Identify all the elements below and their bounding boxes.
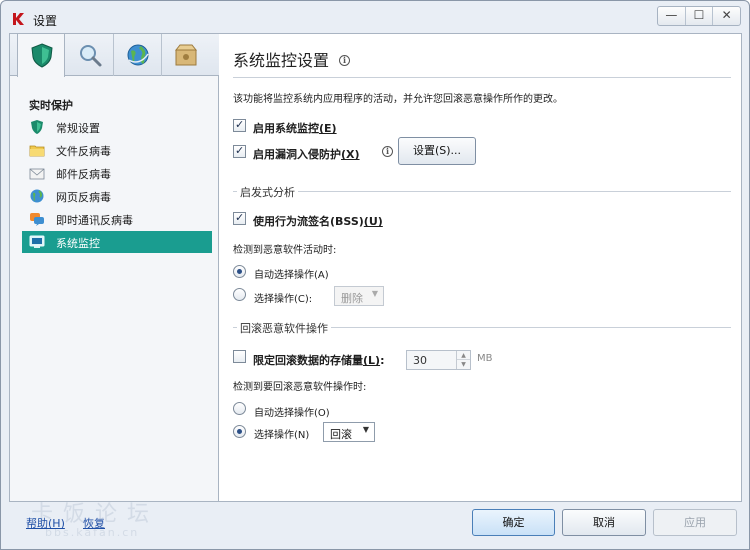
restore-link[interactable]: 恢复	[83, 515, 105, 531]
radio-dot	[237, 269, 242, 274]
stepper-up-icon[interactable]: ▲	[457, 351, 470, 360]
tab-options[interactable]	[162, 34, 210, 76]
heuristic-select-radio[interactable]	[233, 288, 246, 301]
sidebar-item-system-watcher[interactable]: 系统监控	[22, 231, 212, 253]
chevron-down-icon: ▼	[362, 425, 369, 434]
rollback-action-dropdown[interactable]: 回滚 ▼	[323, 422, 375, 442]
heuristic-action-dropdown[interactable]: 删除 ▼	[334, 286, 384, 306]
sidebar-item-im-antivirus[interactable]: 即时通讯反病毒	[22, 208, 212, 230]
chevron-down-icon: ▼	[371, 289, 378, 298]
chat-icon	[30, 213, 44, 226]
close-icon: ✕	[721, 8, 732, 22]
heuristic-auto-radio[interactable]	[233, 265, 246, 278]
rollback-select-label[interactable]: 选择操作(N)	[254, 426, 309, 441]
mail-icon	[29, 168, 45, 180]
rollback-select-radio[interactable]	[233, 425, 246, 438]
enable-monitor-checkbox[interactable]: ✓	[233, 118, 246, 132]
heuristic-select-label[interactable]: 选择操作(C):	[254, 290, 312, 305]
settings-panel: 实时保护 常规设置 文件反病毒 邮件反病毒 网页反病毒 即时通讯反病毒 系统监控…	[9, 33, 742, 502]
enable-exploit-label[interactable]: 启用漏洞入侵防护(X)	[253, 146, 360, 162]
settings-window: 设置 — ☐ ✕ 实时保护 常规设置 文件反病毒 邮件反病毒 网页反病毒 即时通…	[0, 0, 750, 550]
page-title: 系统监控设置	[233, 51, 330, 70]
window-title: 设置	[33, 14, 58, 28]
close-button[interactable]: ✕	[712, 7, 740, 25]
shield-icon	[31, 43, 53, 68]
rollback-auto-label[interactable]: 自动选择操作(O)	[254, 404, 330, 419]
category-tabs	[10, 34, 219, 77]
info-icon[interactable]: i	[382, 146, 393, 157]
content-area: 系统监控设置 i 该功能将监控系统内应用程序的活动，并允许您回滚恶意操作所作的更…	[221, 34, 741, 501]
checkmark-icon: ✓	[235, 211, 245, 224]
checkmark-icon: ✓	[235, 144, 245, 157]
sidebar-item-label: 文件反病毒	[56, 145, 111, 158]
sidebar-item-label: 系统监控	[56, 237, 100, 250]
ok-button[interactable]: 确定	[472, 509, 555, 536]
bss-label[interactable]: 使用行为流签名(BSS)(U)	[253, 213, 383, 229]
rollback-size-unit: MB	[477, 353, 493, 364]
heuristic-group-divider	[233, 191, 731, 192]
rollback-detect-label: 检测到要回滚恶意软件操作时:	[233, 382, 367, 393]
heuristic-action-value: 删除	[341, 292, 363, 305]
shield-icon	[31, 120, 43, 134]
sidebar-item-label: 网页反病毒	[56, 191, 111, 204]
tab-scan[interactable]	[66, 34, 114, 76]
title-divider	[233, 77, 731, 78]
checkmark-icon: ✓	[235, 118, 245, 131]
titlebar[interactable]: 设置 — ☐ ✕	[1, 1, 749, 33]
sidebar-item-label: 邮件反病毒	[56, 168, 111, 181]
radio-dot	[237, 429, 242, 434]
window-controls: — ☐ ✕	[657, 6, 741, 26]
monitor-icon	[29, 235, 45, 248]
tab-protection[interactable]	[17, 34, 65, 77]
description-text: 该功能将监控系统内应用程序的活动，并允许您回滚恶意操作所作的更改。	[233, 94, 563, 105]
sidebar-item-label: 常规设置	[56, 122, 100, 135]
sidebar-item-web-antivirus[interactable]: 网页反病毒	[22, 185, 212, 207]
sidebar-section-title: 实时保护	[29, 99, 73, 112]
heuristic-group-title: 启发式分析	[237, 184, 298, 200]
kaspersky-logo-icon	[13, 13, 24, 25]
sidebar-item-general[interactable]: 常规设置	[22, 116, 212, 138]
rollback-auto-radio[interactable]	[233, 402, 246, 415]
globe-icon	[127, 44, 149, 66]
heuristic-detect-label: 检测到恶意软件活动时:	[233, 245, 337, 256]
magnifier-icon	[80, 45, 102, 67]
minimize-icon: —	[665, 8, 678, 22]
rollback-size-value: 30	[413, 354, 427, 367]
bss-checkbox[interactable]: ✓	[233, 211, 246, 225]
maximize-icon: ☐	[693, 8, 705, 22]
sidebar-item-file-antivirus[interactable]: 文件反病毒	[22, 139, 212, 161]
sidebar: 实时保护 常规设置 文件反病毒 邮件反病毒 网页反病毒 即时通讯反病毒 系统监控	[10, 34, 219, 501]
box-icon	[174, 44, 198, 66]
minimize-button[interactable]: —	[658, 7, 685, 25]
settings-button[interactable]: 设置(S)...	[398, 137, 476, 165]
enable-exploit-checkbox[interactable]: ✓	[233, 144, 246, 158]
info-icon[interactable]: i	[339, 55, 350, 66]
limit-rollback-checkbox[interactable]	[233, 350, 246, 363]
limit-rollback-label[interactable]: 限定回滚数据的存储量(L):	[253, 352, 384, 368]
stepper-buttons: ▲ ▼	[456, 351, 470, 369]
enable-monitor-label[interactable]: 启用系统监控(E)	[253, 120, 337, 136]
heuristic-auto-label[interactable]: 自动选择操作(A)	[254, 266, 329, 281]
rollback-group-title: 回滚恶意软件操作	[237, 320, 331, 336]
sidebar-item-label: 即时通讯反病毒	[56, 214, 133, 227]
sidebar-item-mail-antivirus[interactable]: 邮件反病毒	[22, 162, 212, 184]
maximize-button[interactable]: ☐	[684, 7, 713, 25]
tab-update[interactable]	[114, 34, 162, 76]
folder-icon	[29, 145, 45, 157]
apply-button[interactable]: 应用	[653, 509, 737, 536]
rollback-action-value: 回滚	[330, 428, 352, 441]
help-link[interactable]: 帮助(H)	[26, 515, 65, 531]
globe-icon	[30, 189, 44, 203]
stepper-down-icon[interactable]: ▼	[457, 360, 470, 369]
rollback-size-stepper[interactable]: 30 ▲ ▼	[406, 350, 471, 370]
cancel-button[interactable]: 取消	[562, 509, 646, 536]
